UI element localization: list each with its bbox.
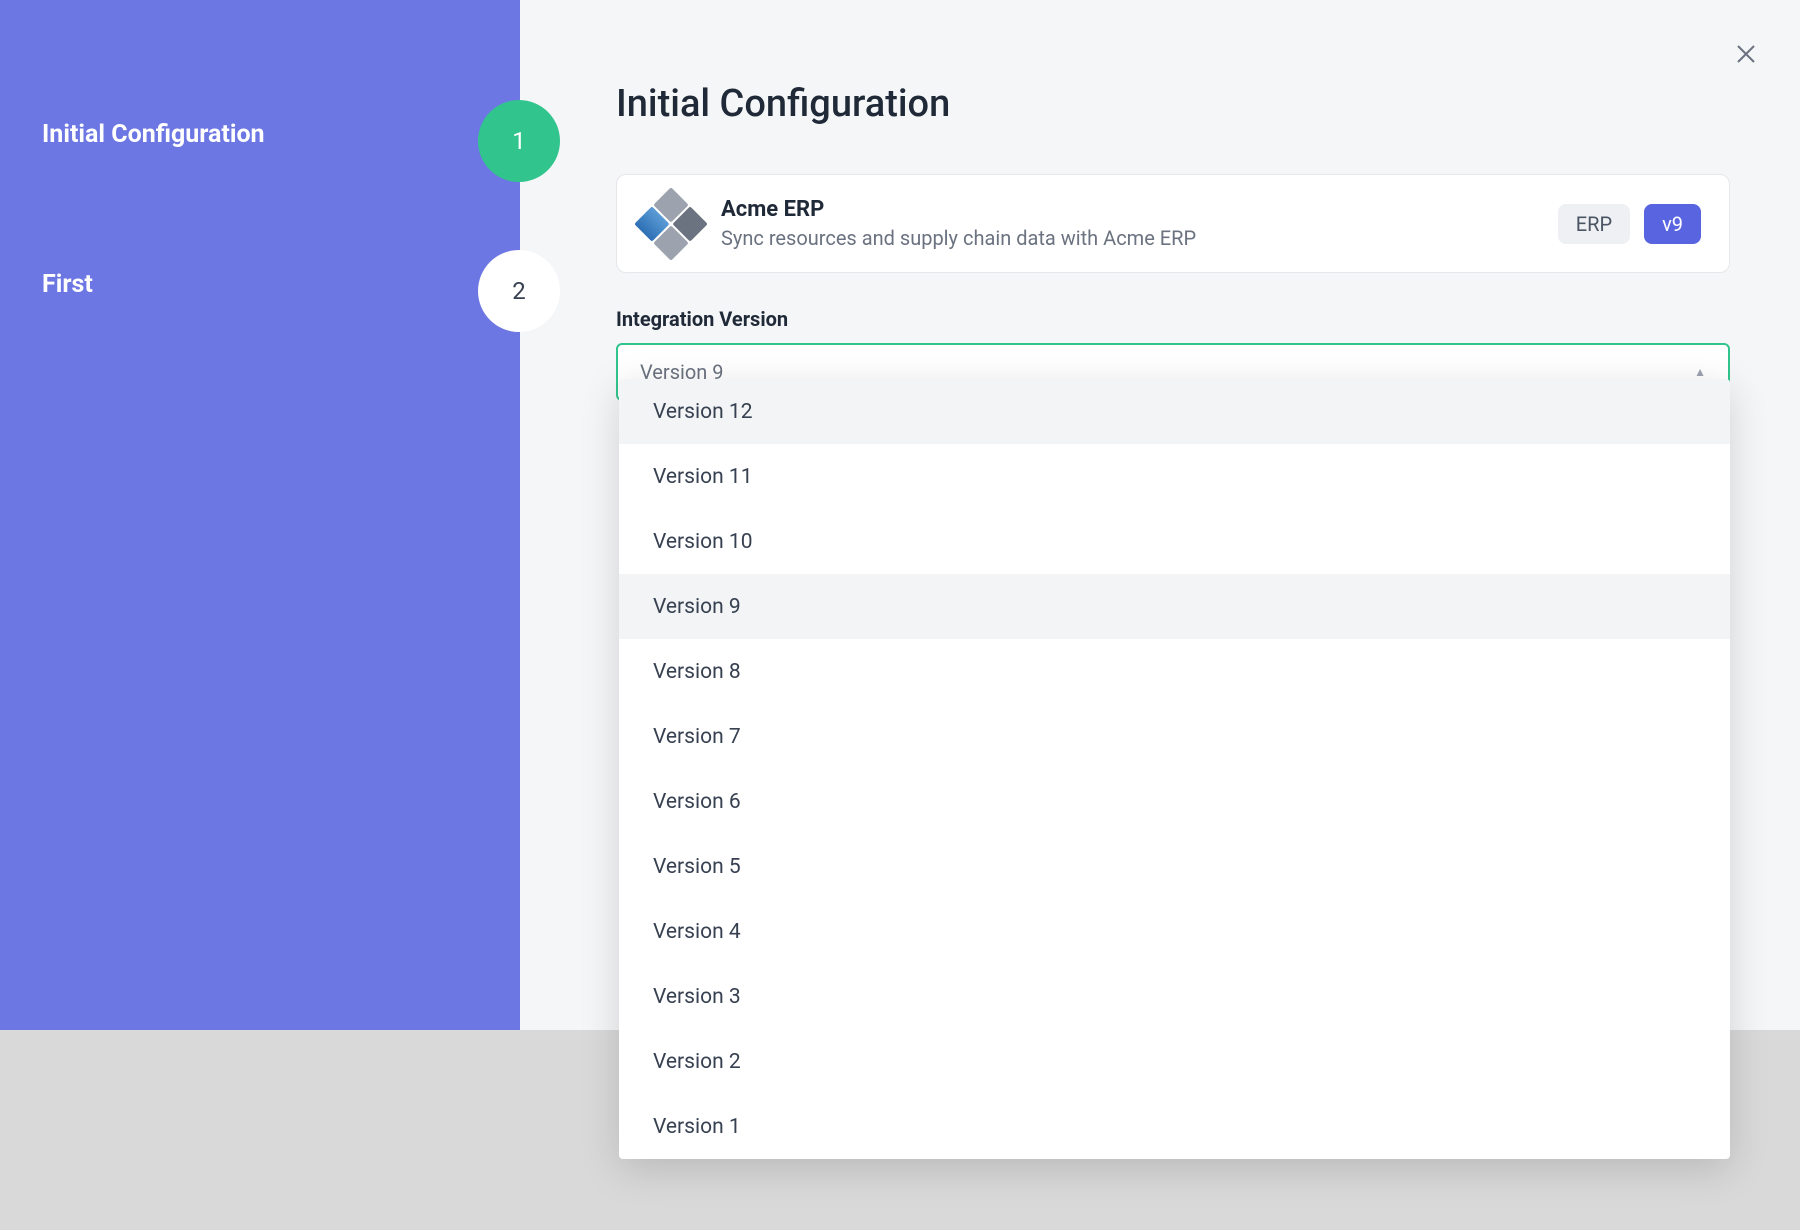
- wizard-step-1[interactable]: Initial Configuration 1: [0, 100, 520, 250]
- integration-card: Acme ERP Sync resources and supply chain…: [616, 174, 1730, 273]
- configuration-window: Initial Configuration 1 First 2 Initial …: [0, 0, 1800, 1030]
- main-panel: Initial Configuration Acme ERP Sync reso…: [520, 0, 1800, 1030]
- close-button[interactable]: [1728, 36, 1764, 72]
- close-icon: [1734, 42, 1758, 66]
- version-option[interactable]: Version 5: [619, 834, 1730, 899]
- version-option[interactable]: Version 10: [619, 509, 1730, 574]
- integration-version-badge: v9: [1644, 204, 1701, 244]
- version-select-wrapper: Version 9 ▲ Version 12Version 11Version …: [616, 343, 1730, 401]
- version-option[interactable]: Version 4: [619, 899, 1730, 964]
- integration-tile-icon: [634, 187, 708, 261]
- version-option[interactable]: Version 2: [619, 1029, 1730, 1094]
- version-option[interactable]: Version 1: [619, 1094, 1730, 1159]
- chevron-up-icon: ▲: [1694, 365, 1706, 379]
- version-option[interactable]: Version 11: [619, 444, 1730, 509]
- integration-title: Acme ERP: [721, 197, 1534, 222]
- wizard-step-2[interactable]: First 2: [0, 250, 520, 400]
- version-dropdown[interactable]: Version 12Version 11Version 10Version 9V…: [619, 379, 1730, 1159]
- version-field-label: Integration Version: [616, 307, 1730, 331]
- wizard-step-label: Initial Configuration: [42, 100, 265, 149]
- version-option[interactable]: Version 8: [619, 639, 1730, 704]
- wizard-step-label: First: [42, 250, 93, 299]
- integration-type-badge: ERP: [1558, 204, 1630, 244]
- page-title: Initial Configuration: [616, 82, 1730, 126]
- wizard-sidebar: Initial Configuration 1 First 2: [0, 0, 520, 1030]
- version-option[interactable]: Version 6: [619, 769, 1730, 834]
- version-option[interactable]: Version 12: [619, 379, 1730, 444]
- integration-badges: ERP v9: [1558, 204, 1701, 244]
- version-option[interactable]: Version 3: [619, 964, 1730, 1029]
- version-option[interactable]: Version 9: [619, 574, 1730, 639]
- version-option[interactable]: Version 7: [619, 704, 1730, 769]
- integration-card-body: Acme ERP Sync resources and supply chain…: [721, 197, 1534, 250]
- integration-description: Sync resources and supply chain data wit…: [721, 226, 1534, 250]
